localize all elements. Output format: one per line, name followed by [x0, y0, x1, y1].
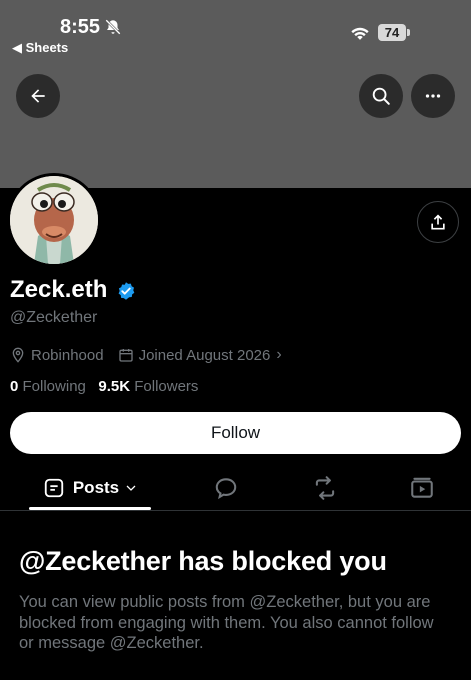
active-tab-indicator [29, 507, 151, 510]
chevron-down-icon [126, 485, 136, 491]
more-options-button[interactable] [411, 74, 455, 118]
user-handle: @Zeckether [10, 309, 98, 326]
location-item: Robinhood [10, 347, 104, 364]
profile-meta-row: Robinhood Joined August 2026 › [10, 346, 282, 364]
blocked-description: You can view public posts from @Zeckethe… [19, 593, 434, 652]
follow-counts: 0 Following 9.5K Followers [10, 378, 198, 395]
tab-posts[interactable]: Posts [29, 466, 151, 510]
followers-count: 9.5K [98, 378, 131, 395]
profile-tabs: Posts [0, 466, 471, 511]
search-button[interactable] [359, 74, 403, 118]
share-button[interactable] [417, 201, 459, 243]
arrow-left-icon [31, 89, 45, 103]
reposts-tab-icon[interactable] [312, 475, 338, 501]
wifi-icon [351, 27, 369, 40]
blocked-title: @Zeckether has blocked you [19, 546, 387, 576]
media-tab-icon[interactable] [409, 475, 435, 501]
following-label: Following [18, 378, 86, 395]
following-link[interactable]: 0 Following [10, 378, 86, 395]
share-icon [431, 214, 445, 230]
joined-text: Joined August 2026 [138, 346, 271, 364]
follow-button[interactable]: Follow [10, 412, 461, 454]
avatar[interactable] [7, 173, 101, 267]
location-pin-icon [12, 347, 24, 363]
battery-tip [407, 29, 410, 36]
tab-posts-label: Posts [72, 478, 120, 497]
calendar-icon [118, 349, 133, 362]
back-button[interactable] [16, 74, 60, 118]
search-icon [372, 87, 390, 105]
posts-icon [44, 478, 64, 498]
status-time: 8:55 [60, 16, 101, 38]
display-name: Zeck.eth [10, 276, 108, 303]
more-icon [425, 94, 441, 98]
joined-date-item[interactable]: Joined August 2026 › [118, 346, 282, 364]
bell-muted-icon [105, 19, 121, 35]
back-to-app-link[interactable]: ◀ Sheets [12, 40, 68, 56]
avatar-image [10, 176, 98, 264]
replies-tab-icon[interactable] [213, 475, 239, 501]
chevron-right-icon: › [276, 346, 282, 363]
followers-label: Followers [130, 378, 199, 395]
location-text: Robinhood [31, 346, 104, 364]
frog-character-illustration [10, 176, 98, 264]
battery-indicator: 74 [378, 24, 406, 41]
followers-link[interactable]: 9.5K Followers [98, 378, 198, 395]
verified-badge-icon[interactable] [116, 281, 136, 301]
